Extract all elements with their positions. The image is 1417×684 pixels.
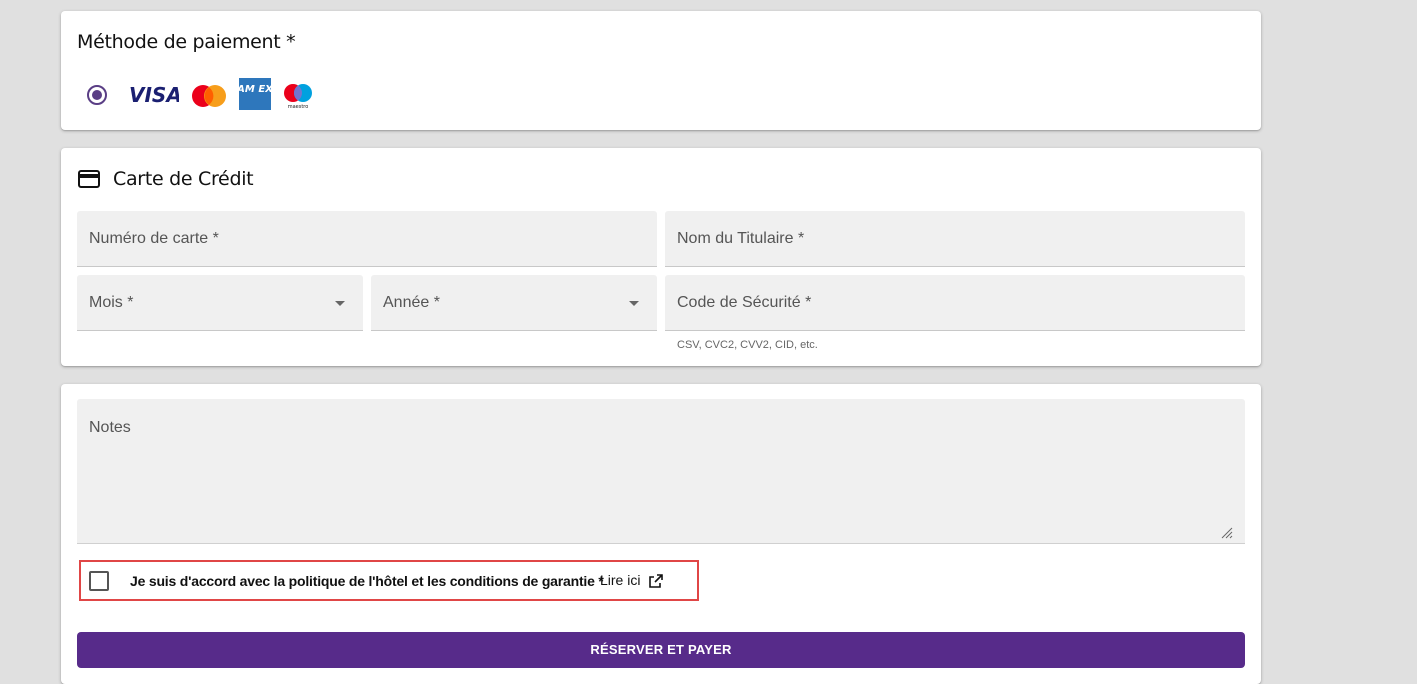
expiry-month-label: Mois * (89, 294, 134, 311)
agreement-row: Je suis d'accord avec la politique de l'… (79, 560, 699, 601)
maestro-logo: maestro (284, 84, 312, 110)
expiry-month-select[interactable]: Mois * (77, 275, 363, 331)
notes-label: Notes (89, 419, 131, 436)
notes-card: Notes Je suis d'accord avec la politique… (61, 384, 1261, 684)
amex-text: AM EX (239, 84, 271, 95)
expiry-year-label: Année * (383, 294, 440, 311)
credit-card-title: Carte de Crédit (113, 168, 254, 190)
card-number-field[interactable]: Numéro de carte * (77, 211, 657, 267)
card-holder-field[interactable]: Nom du Titulaire * (665, 211, 1245, 267)
agreement-text: Je suis d'accord avec la politique de l'… (130, 573, 604, 589)
maestro-text: maestro (288, 104, 309, 110)
expiry-year-select[interactable]: Année * (371, 275, 657, 331)
security-code-field[interactable]: Code de Sécurité * (665, 275, 1245, 331)
read-policy-link[interactable]: Lire ici (600, 572, 640, 588)
security-code-label: Code de Sécurité * (677, 294, 812, 311)
external-link-icon[interactable] (648, 573, 664, 589)
credit-card-card: Carte de Crédit Numéro de carte * Nom du… (61, 148, 1261, 366)
security-code-hint: CSV, CVC2, CVV2, CID, etc. (677, 339, 818, 351)
resize-handle-icon[interactable] (1221, 527, 1233, 539)
amex-logo: AM EX (239, 78, 271, 110)
credit-card-icon (78, 170, 100, 188)
notes-textarea[interactable]: Notes (77, 399, 1245, 544)
chevron-down-icon (335, 301, 345, 306)
payment-method-title: Méthode de paiement * (77, 31, 296, 53)
agreement-checkbox[interactable] (89, 571, 109, 591)
card-payment-radio[interactable] (87, 85, 107, 105)
chevron-down-icon (629, 301, 639, 306)
visa-logo: VISA (129, 84, 179, 106)
card-number-label: Numéro de carte * (89, 230, 219, 247)
mastercard-logo (192, 85, 226, 107)
visa-text: VISA (129, 84, 179, 106)
payment-method-card: Méthode de paiement * VISA AM EX maestro (61, 11, 1261, 130)
card-holder-label: Nom du Titulaire * (677, 230, 805, 247)
